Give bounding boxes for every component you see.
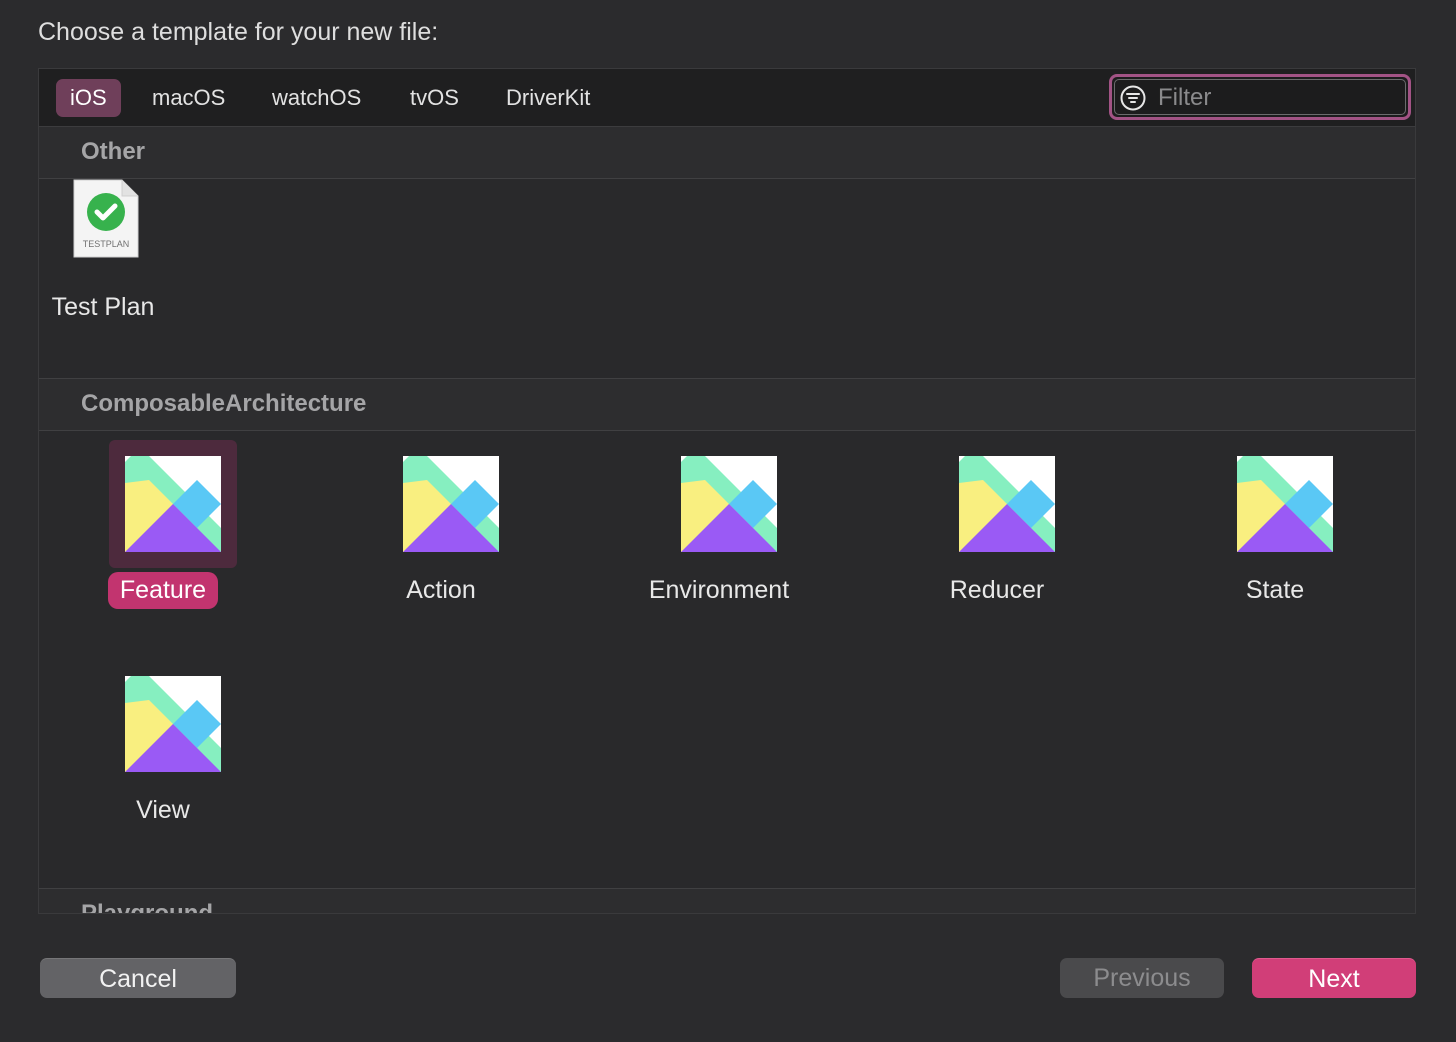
template-view[interactable]: View <box>65 660 245 840</box>
dialog-heading: Choose a template for your new file: <box>38 18 439 46</box>
section-header-composable-architecture: ComposableArchitecture <box>39 379 1415 431</box>
template-label-text: Environment <box>648 576 790 604</box>
template-icon-wrap <box>387 440 515 568</box>
template-label-text: Feature <box>107 572 219 609</box>
template-panel: iOS macOS watchOS tvOS DriverKit Other <box>38 68 1416 914</box>
tab-macos[interactable]: macOS <box>138 79 239 117</box>
template-label: State <box>1167 572 1383 609</box>
section-title-playground: Playground <box>81 900 214 914</box>
tab-driverkit[interactable]: DriverKit <box>492 79 604 117</box>
template-icon-wrap <box>1221 440 1349 568</box>
template-label: Action <box>333 572 549 609</box>
template-label-text: View <box>136 796 190 824</box>
tca-icon <box>125 456 221 552</box>
template-label-text: Test Plan <box>51 293 155 321</box>
tca-icon <box>125 676 221 772</box>
template-test-plan[interactable]: TESTPLAN Test Plan <box>39 179 175 359</box>
template-reducer[interactable]: Reducer <box>899 440 1079 620</box>
tca-icon <box>681 456 777 552</box>
filter-input[interactable] <box>1156 81 1400 115</box>
template-label-text: Action <box>406 576 476 604</box>
section-header-playground: Playground <box>39 889 1415 914</box>
section-title-composable-architecture: ComposableArchitecture <box>81 390 367 417</box>
template-label: Reducer <box>889 572 1105 609</box>
platform-tab-bar: iOS macOS watchOS tvOS DriverKit <box>39 69 1415 127</box>
filter-field[interactable] <box>1109 74 1411 120</box>
tca-icon <box>403 456 499 552</box>
tca-icon <box>1237 456 1333 552</box>
section-header-other: Other <box>39 127 1415 179</box>
template-label-text: Reducer <box>949 576 1045 604</box>
tca-icon <box>959 456 1055 552</box>
template-action[interactable]: Action <box>343 440 523 620</box>
tab-tvos[interactable]: tvOS <box>396 79 473 117</box>
template-label: View <box>55 792 271 829</box>
template-label-text: State <box>1245 576 1305 604</box>
template-icon-wrap <box>665 440 793 568</box>
tab-watchos[interactable]: watchOS <box>258 79 375 117</box>
template-label: Feature <box>55 572 271 609</box>
section-title-other: Other <box>81 138 146 165</box>
cancel-button[interactable]: Cancel <box>40 958 236 998</box>
template-label: Environment <box>611 572 827 609</box>
testplan-file-icon: TESTPLAN <box>73 179 139 258</box>
template-state[interactable]: State <box>1177 440 1357 620</box>
template-label: Test Plan <box>39 289 211 326</box>
testplan-caption: TESTPLAN <box>83 239 130 249</box>
previous-button[interactable]: Previous <box>1060 958 1224 998</box>
template-feature[interactable]: Feature <box>65 440 245 620</box>
template-icon-wrap <box>943 440 1071 568</box>
filter-icon <box>1120 85 1146 111</box>
template-selection-highlight <box>109 440 237 568</box>
template-environment[interactable]: Environment <box>621 440 801 620</box>
tab-ios[interactable]: iOS <box>56 79 121 117</box>
next-button[interactable]: Next <box>1252 958 1416 998</box>
template-icon-wrap <box>109 660 237 788</box>
template-icon-wrap: TESTPLAN <box>39 179 167 307</box>
